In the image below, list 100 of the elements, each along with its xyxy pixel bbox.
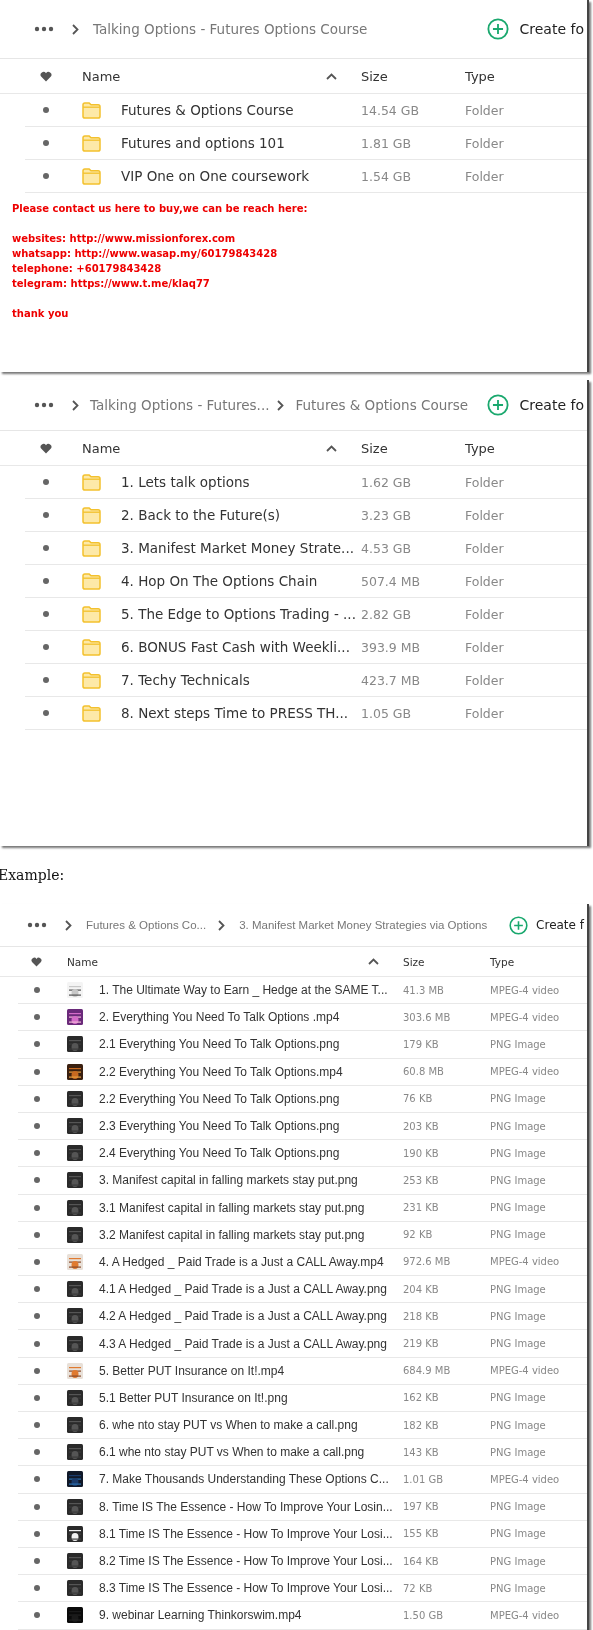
file-name[interactable]: 4.3 A Hedged _ Paid Trade is a Just a CALL Away.png	[99, 1336, 403, 1351]
notice-text: Please contact us here to buy,we can be reach here:	[12, 202, 309, 216]
file-name[interactable]: 3. Manifest capital in falling markets stay put.png	[99, 1173, 403, 1188]
file-name[interactable]: 2.2 Everything You Need To Talk Options.mp4	[99, 1064, 403, 1079]
column-header[interactable]: Name	[82, 440, 121, 456]
bullet-icon	[43, 140, 49, 146]
breadcrumb-link[interactable]: Futures & Options Course	[295, 397, 469, 413]
add-icon[interactable]	[509, 915, 529, 935]
file-type: PNG Image	[490, 1283, 547, 1295]
breadcrumb-link[interactable]: 3. Manifest Market Money Strategies via Options	[239, 919, 488, 931]
file-type: PNG Image	[490, 1310, 547, 1322]
file-type: Folder	[465, 573, 505, 589]
column-header[interactable]: Size	[403, 955, 490, 968]
sort-caret-icon[interactable]	[326, 72, 337, 80]
file-name[interactable]: 3.1 Manifest capital in falling markets stay put.png	[99, 1200, 403, 1215]
create-folder-link[interactable]: Create fo	[519, 397, 584, 413]
file-size: 393.9 MB	[361, 639, 422, 655]
file-type: MPEG-4 video	[490, 984, 561, 996]
file-size: 155 KB	[403, 1528, 440, 1540]
bullet-icon	[43, 578, 49, 584]
bullet-icon	[43, 677, 49, 683]
file-name[interactable]: 5. Better PUT Insurance on It!.mp4	[99, 1363, 403, 1378]
file-name[interactable]: Futures and options 101	[121, 135, 361, 151]
file-name[interactable]: 1. Lets talk options	[121, 474, 361, 490]
file-name[interactable]: 5.1 Better PUT Insurance on It!.png	[99, 1390, 403, 1405]
bullet-icon	[34, 1095, 40, 1102]
file-name[interactable]: VIP One on One coursework	[121, 168, 361, 184]
file-name[interactable]: 2.2 Everything You Need To Talk Options.png	[99, 1091, 403, 1106]
heart-icon[interactable]	[40, 70, 52, 82]
file-type: PNG Image	[490, 1338, 547, 1350]
create-folder-link[interactable]: Create f	[536, 918, 584, 932]
breadcrumb-link[interactable]: Futures & Options Co...	[86, 919, 207, 931]
file-type: PNG Image	[490, 1120, 547, 1132]
file-name[interactable]: 4.1 A Hedged _ Paid Trade is a Just a CALL Away.png	[99, 1282, 403, 1297]
add-icon[interactable]	[486, 394, 509, 416]
file-name[interactable]: 8.2 Time IS The Essence - How To Improve Your Losi...	[99, 1554, 403, 1569]
folder-icon	[82, 473, 101, 491]
bullet-icon	[43, 611, 49, 617]
column-header[interactable]: Type	[465, 68, 587, 84]
file-name[interactable]: 5. The Edge to Options Trading - ...	[121, 606, 361, 622]
column-header[interactable]: Name	[67, 955, 99, 968]
file-name[interactable]: 4. A Hedged _ Paid Trade is a Just a CALL Away.mp4	[99, 1254, 403, 1269]
file-name[interactable]: 4.2 A Hedged _ Paid Trade is a Just a CALL Away.png	[99, 1309, 403, 1324]
file-name[interactable]: 4. Hop On The Options Chain	[121, 573, 361, 589]
file-type: Folder	[465, 168, 505, 184]
heart-icon[interactable]	[31, 956, 42, 967]
folder-icon	[82, 638, 101, 656]
column-header[interactable]: Type	[490, 955, 587, 968]
heart-icon[interactable]	[40, 442, 52, 454]
file-name[interactable]: 9. webinar Learning Thinkorswim.mp4	[99, 1608, 403, 1623]
more-icon[interactable]	[34, 26, 54, 32]
contact-text: websites: http://www.missionforex.com	[12, 232, 237, 246]
contact-text: telephone: +60179843428	[12, 262, 163, 276]
more-icon[interactable]	[27, 922, 47, 928]
bullet-icon	[43, 545, 49, 551]
chevron-icon	[218, 919, 226, 931]
file-name[interactable]: 2.1 Everything You Need To Talk Options.png	[99, 1037, 403, 1052]
file-size: 231 KB	[403, 1202, 440, 1214]
file-size: 179 KB	[403, 1038, 440, 1050]
column-header[interactable]: Name	[82, 68, 121, 84]
bullet-icon	[34, 1503, 40, 1510]
add-icon[interactable]	[486, 18, 509, 40]
column-header[interactable]: Size	[361, 68, 465, 84]
bullet-icon	[34, 1204, 40, 1211]
file-name[interactable]: 2. Everything You Need To Talk Options .mp4	[99, 1010, 403, 1025]
file-name[interactable]: 6. whe nto stay PUT vs When to make a call.png	[99, 1418, 403, 1433]
create-folder-link[interactable]: Create fo	[519, 21, 584, 37]
file-name[interactable]: 3. Manifest Market Money Strate...	[121, 540, 361, 556]
breadcrumb-link[interactable]: Talking Options - Futures...	[90, 397, 270, 413]
file-name[interactable]: 8. Next steps Time to PRESS TH...	[121, 705, 361, 721]
file-name[interactable]: 3.2 Manifest capital in falling markets stay put.png	[99, 1227, 403, 1242]
file-size: 423.7 MB	[361, 672, 422, 688]
column-header[interactable]: Type	[465, 440, 587, 456]
file-type: PNG Image	[490, 1528, 547, 1540]
file-size: 92 KB	[403, 1229, 434, 1241]
file-name[interactable]: 6. BONUS Fast Cash with Weekli...	[121, 639, 361, 655]
file-name[interactable]: 1. The Ultimate Way to Earn _ Hedge at the SAME T...	[99, 983, 403, 998]
sort-caret-icon[interactable]	[326, 444, 337, 452]
bullet-icon	[43, 512, 49, 518]
file-name[interactable]: 6.1 whe nto stay PUT vs When to make a call.png	[99, 1445, 403, 1460]
file-name[interactable]: Futures & Options Course	[121, 102, 361, 118]
file-type: Folder	[465, 540, 505, 556]
file-name[interactable]: 7. Techy Technicals	[121, 672, 361, 688]
file-type: Folder	[465, 606, 505, 622]
file-size: 14.54 GB	[361, 102, 421, 118]
file-type: PNG Image	[490, 1555, 547, 1567]
file-size: 219 KB	[403, 1338, 440, 1350]
file-name[interactable]: 2.3 Everything You Need To Talk Options.png	[99, 1119, 403, 1134]
file-size: 143 KB	[403, 1446, 440, 1458]
file-name[interactable]: 8.1 Time IS The Essence - How To Improve Your Losi...	[99, 1526, 403, 1541]
file-name[interactable]: 8.3 Time IS The Essence - How To Improve Your Losi...	[99, 1581, 403, 1596]
breadcrumb-link[interactable]: Talking Options - Futures Options Course	[93, 21, 368, 37]
file-name[interactable]: 7. Make Thousands Understanding These Options C...	[99, 1472, 403, 1487]
sort-caret-icon[interactable]	[368, 958, 379, 965]
file-name[interactable]: 2.4 Everything You Need To Talk Options.png	[99, 1146, 403, 1161]
file-type: MPEG-4 video	[490, 1609, 561, 1621]
column-header[interactable]: Size	[361, 440, 465, 456]
file-name[interactable]: 2. Back to the Future(s)	[121, 507, 361, 523]
file-name[interactable]: 8. Time IS The Essence - How To Improve Your Losin...	[99, 1499, 403, 1514]
more-icon[interactable]	[34, 402, 54, 408]
